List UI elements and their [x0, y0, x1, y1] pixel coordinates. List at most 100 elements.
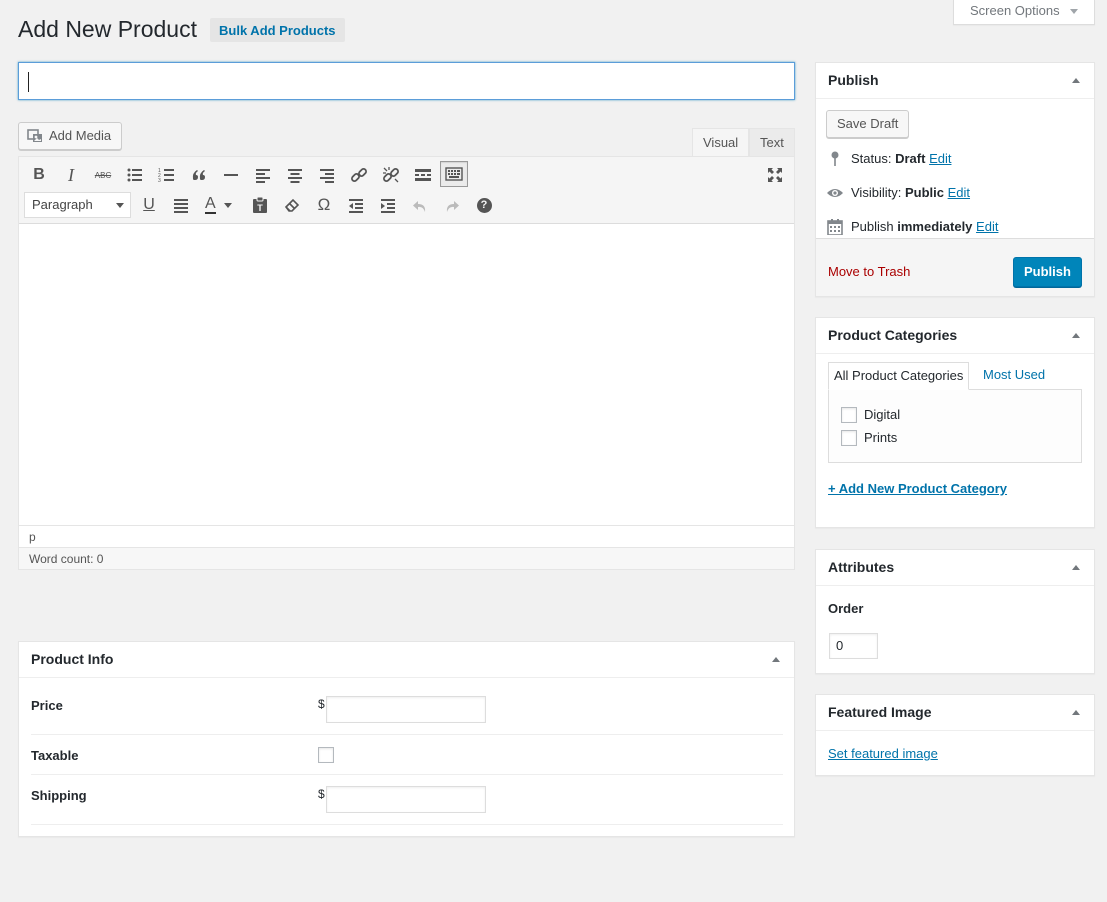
bullet-list-icon[interactable] — [121, 162, 149, 188]
blockquote-icon[interactable] — [185, 162, 213, 188]
editor-path[interactable]: p — [19, 525, 794, 547]
remove-link-icon[interactable] — [377, 162, 405, 188]
collapse-arrow-icon[interactable] — [1072, 565, 1080, 570]
tab-all-product-categories[interactable]: All Product Categories — [828, 362, 970, 390]
category-checklist: Digital Prints — [828, 389, 1082, 463]
schedule-row: Publish immediately Edit — [826, 217, 1086, 237]
save-draft-button[interactable]: Save Draft — [826, 110, 910, 138]
clear-formatting-icon[interactable] — [278, 192, 306, 218]
product-title-input[interactable] — [18, 62, 795, 100]
align-center-icon[interactable] — [281, 162, 309, 188]
indent-icon[interactable] — [374, 192, 402, 218]
format-select-value: Paragraph — [32, 197, 93, 212]
collapse-arrow-icon[interactable] — [1072, 78, 1080, 83]
screen-options-label: Screen Options — [970, 3, 1060, 18]
collapse-arrow-icon[interactable] — [1072, 333, 1080, 338]
redo-icon[interactable] — [438, 192, 466, 218]
outdent-icon[interactable] — [342, 192, 370, 218]
word-count: Word count: 0 — [19, 547, 794, 569]
price-row: Price $ — [31, 679, 783, 735]
toolbar-toggle-icon[interactable] — [440, 161, 468, 187]
tab-text[interactable]: Text — [749, 128, 795, 157]
add-new-category-link[interactable]: + Add New Product Category — [828, 481, 1007, 496]
product-info-box: Product Info Price $ Taxable Shipping $ — [18, 641, 795, 837]
strikethrough-icon[interactable]: ABC — [89, 162, 117, 188]
special-character-icon[interactable]: Ω — [310, 192, 338, 218]
editor-content-area[interactable] — [19, 224, 794, 525]
read-more-icon[interactable] — [409, 162, 437, 188]
help-glyph: ? — [476, 197, 492, 213]
collapse-arrow-icon[interactable] — [1072, 710, 1080, 715]
shipping-label: Shipping — [31, 788, 87, 803]
underline-icon[interactable]: U — [135, 192, 163, 218]
product-info-title: Product Info — [31, 651, 114, 667]
tab-visual[interactable]: Visual — [692, 128, 750, 157]
caret-down-icon — [116, 203, 124, 208]
edit-visibility-link[interactable]: Edit — [948, 185, 970, 200]
caret-down-icon — [1070, 9, 1078, 14]
italic-icon[interactable]: I — [57, 162, 85, 188]
insert-link-icon[interactable] — [345, 162, 373, 188]
publish-header[interactable]: Publish — [816, 63, 1094, 99]
status-text: Status: Draft Edit — [851, 149, 951, 169]
move-to-trash-link[interactable]: Move to Trash — [828, 264, 910, 279]
taxable-label: Taxable — [31, 748, 79, 763]
taxable-checkbox[interactable] — [318, 747, 334, 763]
categories-header[interactable]: Product Categories — [816, 318, 1094, 354]
category-checkbox[interactable] — [841, 430, 857, 446]
schedule-label: Publish — [851, 219, 894, 234]
visibility-row: Visibility: Public Edit — [826, 183, 1086, 203]
attributes-title: Attributes — [828, 559, 895, 575]
featured-image-header[interactable]: Featured Image — [816, 695, 1094, 731]
order-input[interactable]: 0 — [829, 633, 878, 659]
schedule-text: Publish immediately Edit — [851, 217, 998, 237]
product-categories-box: Product Categories All Product Categorie… — [815, 317, 1095, 528]
price-input[interactable] — [326, 696, 486, 723]
undo-icon[interactable] — [406, 192, 434, 218]
attributes-box: Attributes Order 0 — [815, 549, 1095, 674]
bold-icon[interactable]: B — [25, 162, 53, 188]
edit-schedule-link[interactable]: Edit — [976, 219, 998, 234]
attributes-header[interactable]: Attributes — [816, 550, 1094, 586]
text-color-glyph: A — [205, 195, 216, 214]
set-featured-image-link[interactable]: Set featured image — [828, 746, 938, 761]
horizontal-rule-icon[interactable] — [217, 162, 245, 188]
publish-button[interactable]: Publish — [1013, 257, 1082, 287]
page-title: Add New Product — [18, 16, 197, 42]
shipping-input[interactable] — [326, 786, 486, 813]
svg-text:T: T — [257, 203, 263, 213]
paste-text-icon[interactable]: T — [246, 192, 274, 218]
fullscreen-icon[interactable] — [761, 162, 789, 188]
screen-options-button[interactable]: Screen Options — [953, 0, 1095, 25]
add-media-button[interactable]: Add Media — [18, 122, 123, 150]
numbered-list-icon[interactable]: 123 — [153, 162, 181, 188]
align-left-icon[interactable] — [249, 162, 277, 188]
edit-status-link[interactable]: Edit — [929, 151, 951, 166]
category-checkbox[interactable] — [841, 407, 857, 423]
featured-image-title: Featured Image — [828, 704, 932, 720]
taxable-row: Taxable — [31, 735, 783, 775]
justify-icon[interactable] — [167, 192, 195, 218]
format-select[interactable]: Paragraph — [24, 192, 131, 218]
price-prefix: $ — [318, 697, 325, 711]
align-right-icon[interactable] — [313, 162, 341, 188]
order-label: Order — [828, 601, 864, 616]
pin-icon — [831, 151, 839, 166]
status-label: Status: — [851, 151, 892, 166]
shipping-prefix: $ — [318, 787, 325, 801]
collapse-arrow-icon[interactable] — [772, 657, 780, 662]
visibility-text: Visibility: Public Edit — [851, 183, 970, 203]
tab-most-used[interactable]: Most Used — [983, 362, 1045, 390]
calendar-icon — [827, 219, 843, 235]
category-label: Digital — [864, 407, 901, 422]
featured-image-box: Featured Image Set featured image — [815, 694, 1095, 776]
publish-title: Publish — [828, 72, 879, 88]
product-info-header[interactable]: Product Info — [19, 642, 794, 678]
bulk-add-products-button[interactable]: Bulk Add Products — [210, 18, 345, 42]
shipping-row: Shipping $ — [31, 775, 783, 825]
categories-title: Product Categories — [828, 327, 958, 343]
caret-down-icon — [223, 202, 232, 208]
help-icon[interactable]: ? — [470, 192, 498, 218]
text-cursor — [28, 72, 29, 92]
text-color-icon[interactable]: A — [199, 192, 239, 218]
